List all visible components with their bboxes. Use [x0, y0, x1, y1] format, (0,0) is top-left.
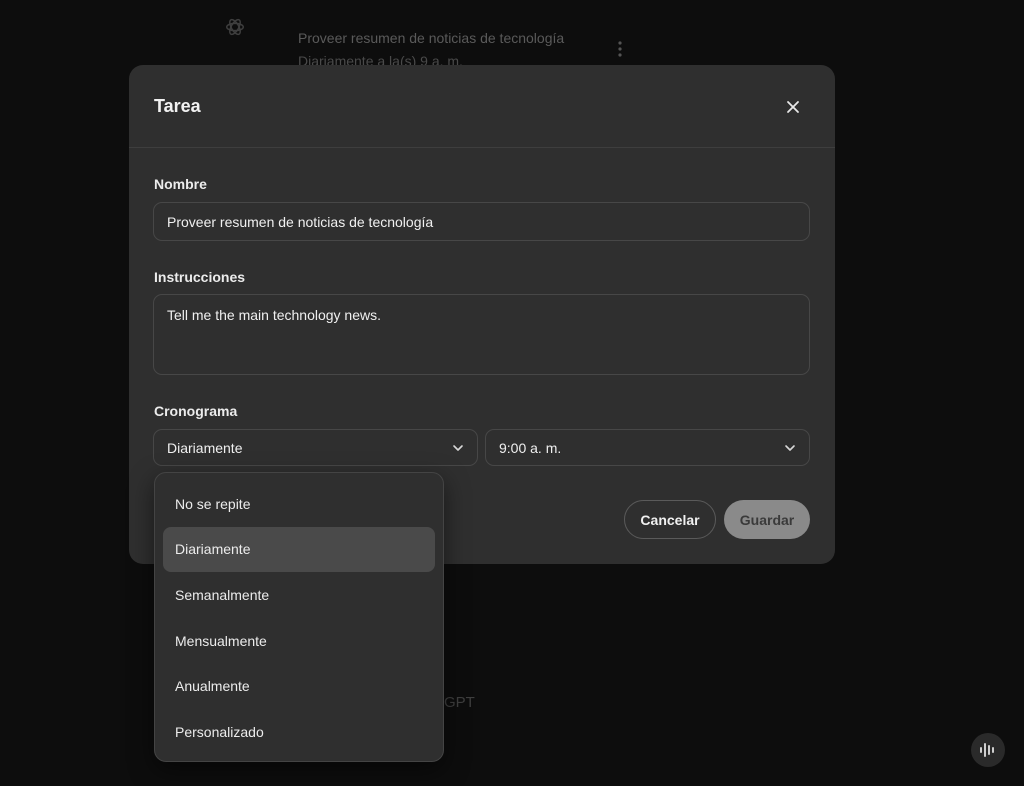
dropdown-item-label: Mensualmente	[175, 632, 267, 649]
chevron-down-icon	[785, 444, 795, 451]
page: Proveer resumen de noticias de tecnologí…	[0, 0, 1024, 786]
cancel-button[interactable]: Cancelar	[624, 500, 716, 539]
save-button[interactable]: Guardar	[724, 500, 810, 539]
background-footer-text: GPT	[444, 694, 475, 711]
schedule-label: Cronograma	[154, 403, 238, 419]
kebab-menu-icon	[618, 41, 622, 57]
dropdown-item-label: Semanalmente	[175, 586, 270, 603]
frequency-value: Diariamente	[167, 439, 243, 456]
dropdown-item-label: Diariamente	[175, 541, 251, 558]
dropdown-item-weekly[interactable]: Semanalmente	[163, 572, 435, 618]
dropdown-item-label: No se repite	[175, 495, 251, 512]
modal-title: Tarea	[154, 96, 201, 116]
dropdown-item-yearly[interactable]: Anualmente	[163, 663, 435, 709]
background-task-title: Proveer resumen de noticias de tecnologí…	[298, 30, 565, 46]
name-input-value: Proveer resumen de noticias de tecnologí…	[167, 213, 434, 230]
close-icon	[787, 101, 799, 113]
instructions-label: Instrucciones	[154, 269, 246, 285]
modal-header: Tarea	[129, 65, 835, 148]
close-button[interactable]	[783, 97, 803, 117]
dropdown-item-label: Personalizado	[175, 723, 264, 740]
instructions-textarea[interactable]: Tell me the main technology news.	[153, 294, 810, 375]
time-select[interactable]: 9:00 a. m.	[485, 429, 810, 466]
voice-button[interactable]	[971, 733, 1005, 767]
dropdown-item-label: Anualmente	[175, 678, 250, 695]
frequency-select[interactable]: Diariamente	[153, 429, 478, 466]
frequency-dropdown: No se repite Diariamente Semanalmente Me…	[154, 472, 444, 762]
dropdown-item-custom[interactable]: Personalizado	[163, 709, 435, 755]
dropdown-item-monthly[interactable]: Mensualmente	[163, 618, 435, 664]
openai-logo-icon	[226, 18, 244, 36]
name-input[interactable]: Proveer resumen de noticias de tecnologí…	[153, 202, 810, 241]
chevron-down-icon	[453, 444, 463, 451]
dropdown-item-daily[interactable]: Diariamente	[163, 526, 435, 573]
instructions-value: Tell me the main technology news.	[167, 307, 381, 323]
name-label: Nombre	[154, 176, 207, 192]
dropdown-item-no-repeat[interactable]: No se repite	[163, 481, 435, 527]
time-value: 9:00 a. m.	[499, 439, 562, 456]
voice-waveform-icon	[980, 743, 994, 757]
